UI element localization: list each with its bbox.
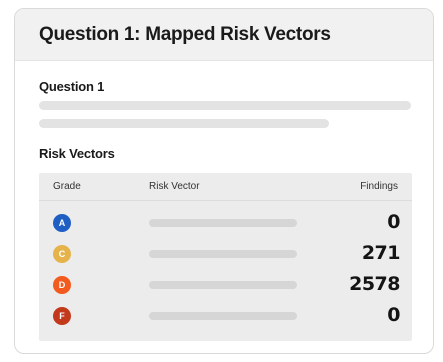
column-header-findings: Findings <box>360 181 398 192</box>
findings-count: 0 <box>387 304 400 326</box>
table-row[interactable]: A 0 <box>39 208 412 238</box>
risk-vectors-table: Grade Risk Vector Findings A 0 C 271 D 2… <box>39 173 412 341</box>
table-row[interactable]: C 271 <box>39 239 412 269</box>
question-label: Question 1 <box>39 79 105 94</box>
column-header-risk-vector: Risk Vector <box>149 181 200 192</box>
column-header-grade: Grade <box>53 181 81 192</box>
table-row[interactable]: F 0 <box>39 301 412 331</box>
grade-badge: A <box>53 214 71 232</box>
risk-vector-name-placeholder <box>149 281 297 289</box>
risk-vectors-card: Question 1: Mapped Risk Vectors Question… <box>14 8 434 354</box>
risk-vector-name-placeholder <box>149 219 297 227</box>
risk-vector-name-placeholder <box>149 250 297 258</box>
findings-count: 0 <box>387 211 400 233</box>
card-header: Question 1: Mapped Risk Vectors <box>15 9 433 61</box>
card-title: Question 1: Mapped Risk Vectors <box>39 23 331 45</box>
grade-badge: D <box>53 276 71 294</box>
risk-vectors-heading: Risk Vectors <box>39 146 115 161</box>
risk-vector-name-placeholder <box>149 312 297 320</box>
grade-badge: C <box>53 245 71 263</box>
table-header: Grade Risk Vector Findings <box>39 173 412 201</box>
findings-count: 271 <box>361 242 401 264</box>
grade-badge: F <box>53 307 71 325</box>
table-row[interactable]: D 2578 <box>39 270 412 300</box>
question-text-placeholder-line <box>39 101 411 110</box>
question-text-placeholder-line <box>39 119 329 128</box>
findings-count: 2578 <box>349 273 400 295</box>
